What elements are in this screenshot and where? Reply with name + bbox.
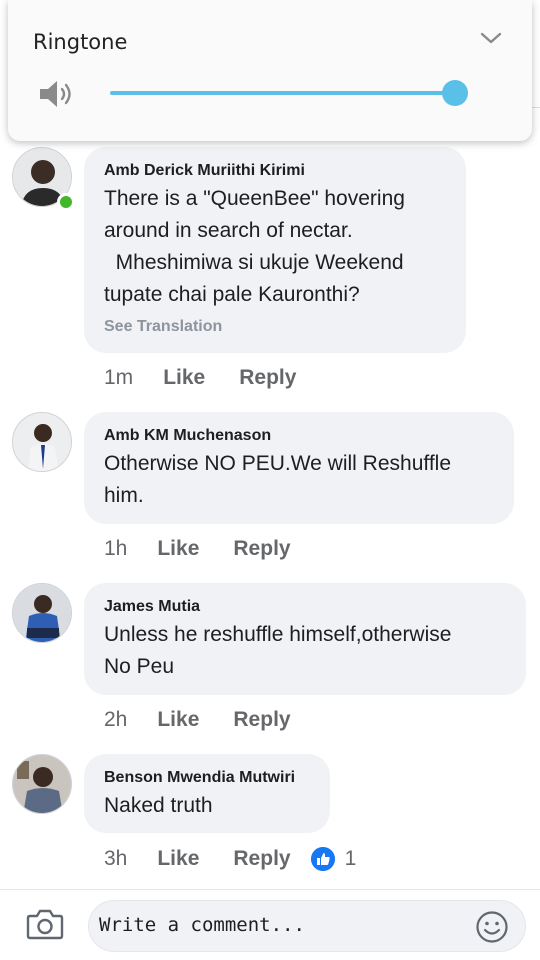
comment-meta: 3h Like Reply 1 [104, 844, 356, 874]
comment-bubble[interactable]: James Mutia Unless he reshuffle himself,… [84, 583, 526, 695]
like-button[interactable]: Like [157, 537, 199, 561]
comment-text: Otherwise NO PEU.We will Reshuffle him. [104, 452, 452, 507]
comment-time: 2h [104, 708, 128, 731]
comment-meta: 2h Like Reply [104, 705, 325, 735]
comment-time: 1h [104, 537, 128, 560]
comment-author[interactable]: James Mutia [104, 597, 506, 617]
comment-meta: 1h Like Reply [104, 534, 325, 564]
divider [532, 107, 540, 108]
volume-slider-track[interactable] [110, 91, 456, 95]
avatar[interactable] [12, 412, 72, 472]
comment-input-placeholder: Write a comment... [99, 914, 305, 936]
comment-item: James Mutia Unless he reshuffle himself,… [0, 583, 540, 738]
reply-button[interactable]: Reply [233, 708, 290, 732]
speaker-icon[interactable] [38, 78, 76, 110]
reaction-summary[interactable]: 1 [310, 847, 357, 871]
avatar[interactable] [12, 583, 72, 643]
comment-input[interactable]: Write a comment... [88, 900, 526, 952]
comment-item: Benson Mwendia Mutwiri Naked truth 3h Li… [0, 754, 540, 879]
comment-author[interactable]: Benson Mwendia Mutwiri [104, 768, 310, 788]
reply-button[interactable]: Reply [239, 366, 296, 390]
like-button[interactable]: Like [157, 847, 199, 871]
comment-bubble[interactable]: Benson Mwendia Mutwiri Naked truth [84, 754, 330, 833]
smiley-icon[interactable] [475, 910, 509, 944]
comment-text: There is a "QueenBee" hovering around in… [104, 187, 405, 306]
avatar[interactable] [12, 754, 72, 814]
see-translation-link[interactable]: See Translation [104, 315, 446, 339]
volume-slider-thumb[interactable] [442, 80, 468, 106]
comment-text: Unless he reshuffle himself,otherwise No… [104, 623, 452, 678]
comment-meta: 1m Like Reply [104, 363, 330, 393]
comment-author[interactable]: Amb KM Muchenason [104, 426, 494, 446]
camera-icon[interactable] [26, 907, 64, 941]
comment-time: 3h [104, 847, 128, 870]
online-status-dot [57, 193, 75, 211]
volume-panel: Ringtone [8, 0, 532, 141]
volume-title: Ringtone [33, 30, 128, 54]
thumbs-up-icon [310, 847, 335, 871]
comment-author[interactable]: Amb Derick Muriithi Kirimi [104, 161, 446, 181]
comment-item: Amb Derick Muriithi Kirimi There is a "Q… [0, 147, 540, 397]
comment-bubble[interactable]: Amb KM Muchenason Otherwise NO PEU.We wi… [84, 412, 514, 524]
chevron-down-icon[interactable] [480, 30, 502, 46]
comment-time: 1m [104, 366, 134, 389]
comment-text: Naked truth [104, 794, 213, 817]
comment-item: Amb KM Muchenason Otherwise NO PEU.We wi… [0, 412, 540, 567]
like-button[interactable]: Like [157, 708, 199, 732]
like-button[interactable]: Like [163, 366, 205, 390]
comment-bubble[interactable]: Amb Derick Muriithi Kirimi There is a "Q… [84, 147, 466, 353]
comment-composer: Write a comment... [0, 889, 540, 960]
reply-button[interactable]: Reply [233, 537, 290, 561]
reply-button[interactable]: Reply [233, 847, 290, 871]
reaction-count: 1 [344, 847, 357, 870]
